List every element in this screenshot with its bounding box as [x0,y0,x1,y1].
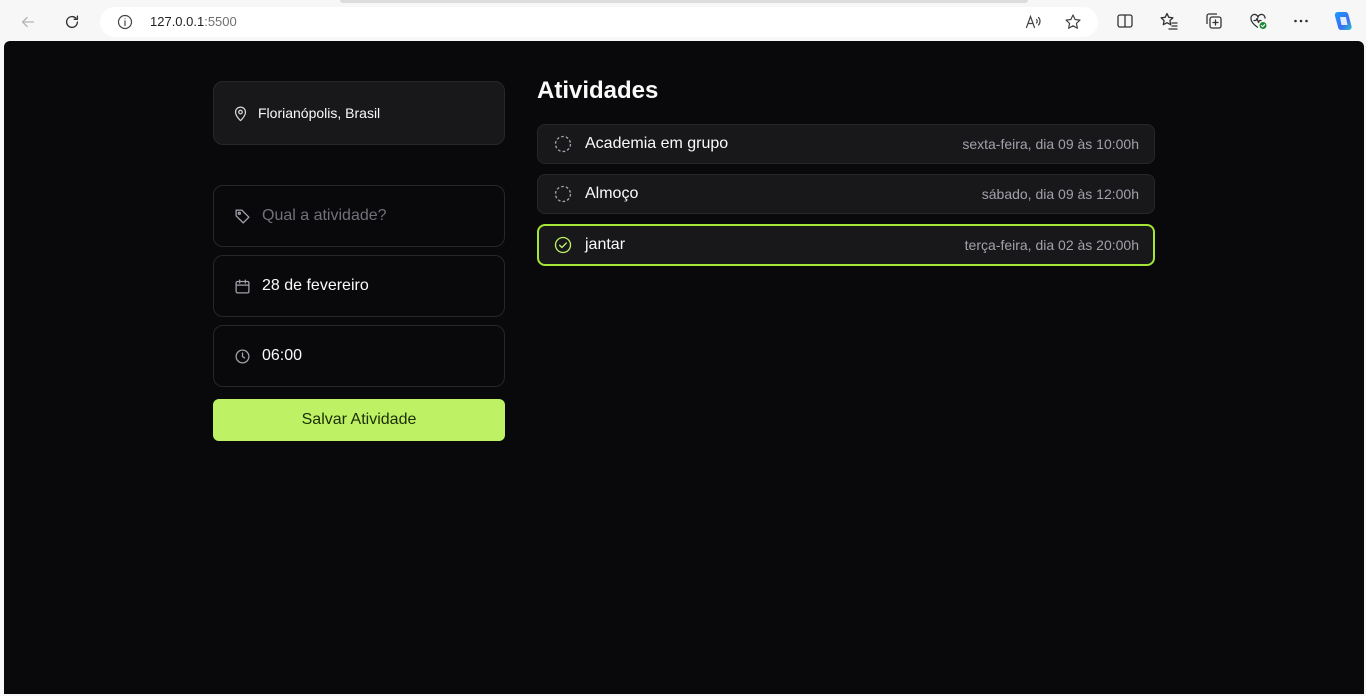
date-field[interactable]: 28 de fevereiro [213,255,505,317]
favorite-star-icon[interactable] [1064,13,1082,31]
tab-strip-indicator [340,0,1028,3]
location-card: Florianópolis, Brasil [213,81,505,145]
location-label: Florianópolis, Brasil [258,105,381,121]
activity-name-field[interactable]: Qual a atividade? [213,185,505,247]
activity-datetime: terça-feira, dia 02 às 20:00h [964,237,1139,253]
activity-item[interactable]: Academia em grupo sexta-feira, dia 09 às… [537,124,1155,164]
activity-item-done[interactable]: jantar terça-feira, dia 02 às 20:00h [537,224,1155,266]
collections-button[interactable] [1204,11,1224,31]
activities-title: Atividades [537,77,659,104]
activity-datetime: sábado, dia 09 às 12:00h [981,186,1139,202]
favorites-button[interactable] [1159,11,1179,31]
time-field[interactable]: 06:00 [213,325,505,387]
browser-toolbar: 127.0.0.1:5500 [0,0,1366,41]
browser-essentials-button[interactable] [1248,11,1268,31]
split-screen-icon [1117,14,1133,28]
favorites-list-icon [1160,12,1178,30]
copilot-button[interactable] [1331,9,1355,33]
url-port: :5500 [204,14,237,29]
page-viewport: Florianópolis, Brasil Qual a atividade? … [4,41,1364,694]
clock-icon [235,348,250,364]
more-button[interactable] [1291,11,1311,31]
copilot-icon [1334,12,1352,30]
address-bar[interactable]: 127.0.0.1:5500 [100,7,1098,37]
activity-name: Almoço [585,185,639,202]
time-value: 06:00 [262,347,303,364]
date-value: 28 de fevereiro [262,277,369,294]
circle-dashed-icon[interactable] [553,134,573,154]
info-icon[interactable] [117,14,133,30]
address-url[interactable]: 127.0.0.1:5500 [150,14,237,30]
save-activity-button[interactable]: Salvar Atividade [213,399,505,441]
url-host: 127.0.0.1 [150,14,205,29]
activity-name-placeholder: Qual a atividade? [262,207,387,224]
activity-name: Academia em grupo [585,135,729,152]
back-icon [21,16,35,28]
activity-name: jantar [585,236,626,253]
back-button[interactable] [14,8,42,36]
more-icon [1294,19,1308,23]
activity-datetime: sexta-feira, dia 09 às 10:00h [962,136,1139,152]
circle-dashed-icon[interactable] [553,184,573,204]
split-screen-button[interactable] [1115,11,1135,31]
browser-essentials-icon [1250,13,1267,29]
collections-icon [1206,13,1222,29]
read-aloud-icon[interactable] [1024,13,1042,31]
circle-check-icon[interactable] [553,235,573,255]
calendar-icon [235,278,250,294]
reload-button[interactable] [58,8,86,36]
activities-list: Academia em grupo sexta-feira, dia 09 às… [537,124,1155,276]
tag-icon [235,208,250,224]
reload-icon [65,15,79,29]
activity-item[interactable]: Almoço sábado, dia 09 às 12:00h [537,174,1155,214]
map-pin-icon [234,106,247,121]
